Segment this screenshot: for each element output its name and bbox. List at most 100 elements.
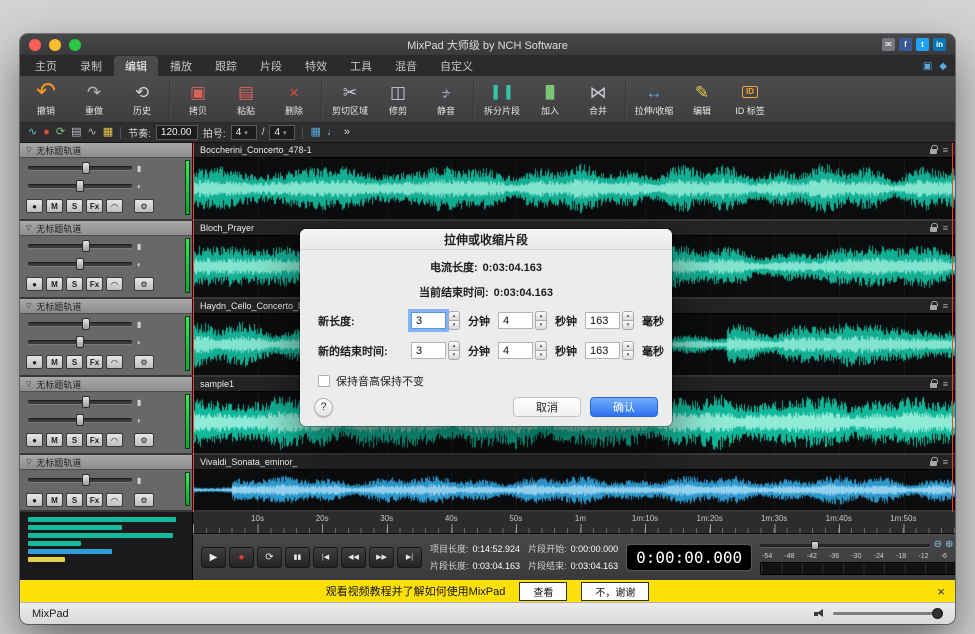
keep-pitch-checkbox[interactable] (318, 375, 330, 387)
solo-button[interactable]: S (66, 277, 83, 291)
silence-button[interactable]: ♪静音 (422, 76, 470, 122)
view-tutorial-button[interactable]: 查看 (519, 582, 567, 601)
headphones-button[interactable]: ◠ (106, 433, 123, 447)
new-end-ms-input[interactable] (585, 342, 620, 359)
record-button[interactable]: ● (229, 547, 254, 568)
pan-slider[interactable] (28, 418, 132, 422)
snap-grid-icon[interactable]: ▦ (103, 127, 113, 138)
lock-icon[interactable] (930, 227, 937, 232)
playhead-line[interactable] (193, 143, 194, 512)
mute-button[interactable]: M (46, 199, 63, 213)
fx-button[interactable]: Fx (86, 199, 103, 213)
pan-knob[interactable] (76, 336, 84, 348)
volume-knob[interactable] (82, 162, 90, 174)
id-tag-button[interactable]: IDID 标签 (726, 76, 774, 122)
zoom-slider-knob[interactable] (811, 541, 819, 550)
go-start-button[interactable]: |◀ (313, 547, 338, 568)
tab-3[interactable]: 编辑 (114, 56, 158, 76)
zoom-in-icon[interactable]: ⊕ (945, 540, 953, 550)
collapse-icon[interactable]: ▽ (26, 458, 31, 466)
tab-1[interactable]: 主页 (24, 56, 68, 76)
headphones-button[interactable]: ◠ (106, 493, 123, 507)
clip-menu-icon[interactable]: ≡ (943, 223, 948, 233)
pan-slider[interactable] (28, 184, 132, 188)
volume-slider[interactable] (28, 400, 132, 404)
solo-button[interactable]: S (66, 493, 83, 507)
volume-slider[interactable] (28, 322, 132, 326)
undo-button[interactable]: ↶撤销 (22, 76, 70, 122)
arm-button[interactable]: ● (26, 277, 43, 291)
metronome-icon[interactable]: ♩ (327, 127, 338, 138)
loop-button[interactable]: ⟳ (257, 547, 282, 568)
collapse-icon[interactable]: ▽ (26, 380, 31, 388)
stepper-down-icon[interactable]: ▾ (622, 320, 634, 330)
new-end-minutes-stepper[interactable]: ▴▾ (448, 341, 460, 360)
zoom-out-icon[interactable]: ⊖ (934, 540, 942, 550)
volume-slider[interactable] (28, 244, 132, 248)
tab-5[interactable]: 跟踪 (204, 56, 248, 76)
cut-region-button[interactable]: ✂剪切区域 (326, 76, 374, 122)
waveform-clip[interactable] (193, 158, 955, 219)
project-overview[interactable] (20, 512, 193, 580)
track-title-bar[interactable]: ▽无标题轨道 (20, 299, 192, 314)
collapse-icon[interactable]: ▽ (26, 302, 31, 310)
stepper-up-icon[interactable]: ▴ (535, 311, 547, 320)
stretch-button[interactable]: ↔拉伸/收缩 (630, 76, 678, 122)
tab-2[interactable]: 录制 (69, 56, 113, 76)
clip-menu-icon[interactable]: ≡ (943, 457, 948, 467)
volume-slider[interactable] (28, 478, 132, 482)
volume-knob[interactable] (82, 474, 90, 486)
stepper-up-icon[interactable]: ▴ (448, 341, 460, 350)
arm-button[interactable]: ● (26, 199, 43, 213)
stepper-up-icon[interactable]: ▴ (622, 341, 634, 350)
pan-knob[interactable] (76, 258, 84, 270)
track-settings-button[interactable]: ⚙ (134, 199, 154, 213)
new-end-seconds-input[interactable] (498, 342, 533, 359)
volume-knob[interactable] (82, 240, 90, 252)
join-button[interactable]: ▐▌加入 (526, 76, 574, 122)
grid-icon[interactable]: ▦ (310, 127, 320, 138)
solo-button[interactable]: S (66, 433, 83, 447)
record-mini-icon[interactable]: ● (43, 127, 50, 138)
arm-button[interactable]: ● (26, 433, 43, 447)
share-mail-icon[interactable]: ✉ (882, 38, 895, 51)
tab-10[interactable]: 自定义 (429, 56, 484, 76)
mute-button[interactable]: M (46, 355, 63, 369)
volume-knob[interactable] (82, 396, 90, 408)
mute-button[interactable]: M (46, 493, 63, 507)
clip-name-bar[interactable]: Boccherini_Concerto_478-1≡ (193, 143, 955, 158)
play-button[interactable]: ▶ (201, 547, 226, 568)
stepper-down-icon[interactable]: ▾ (535, 350, 547, 360)
track-title-bar[interactable]: ▽无标题轨道 (20, 143, 192, 158)
clip-name-bar[interactable]: Vivaldi_Sonata_eminor_≡ (193, 455, 955, 470)
monitor-icon[interactable]: ▤ (71, 127, 81, 138)
store-icon[interactable]: ▣ (923, 61, 932, 72)
history-button[interactable]: ⟲历史 (118, 76, 166, 122)
volume-knob[interactable] (932, 608, 943, 619)
arm-button[interactable]: ● (26, 493, 43, 507)
lock-icon[interactable] (930, 461, 937, 466)
mute-button[interactable]: M (46, 433, 63, 447)
fast-forward-button[interactable]: ▶▶ (369, 547, 394, 568)
help-button[interactable]: ? (314, 398, 333, 417)
paste-button[interactable]: ▤粘贴 (222, 76, 270, 122)
pause-button[interactable]: ▮▮ (285, 547, 310, 568)
delete-button[interactable]: ×删除 (270, 76, 318, 122)
lock-icon[interactable] (930, 305, 937, 310)
fx-button[interactable]: Fx (86, 277, 103, 291)
new-end-seconds-stepper[interactable]: ▴▾ (535, 341, 547, 360)
volume-slider[interactable] (28, 166, 132, 170)
track-settings-button[interactable]: ⚙ (134, 433, 154, 447)
help-icon[interactable]: ◆ (939, 61, 947, 72)
timesig-numerator[interactable]: 4 ▾ (231, 125, 257, 140)
scrub-icon[interactable]: ∿ (28, 127, 37, 138)
close-window-button[interactable] (29, 39, 41, 51)
twitter-icon[interactable]: t (916, 38, 929, 51)
track-title-bar[interactable]: ▽无标题轨道 (20, 377, 192, 392)
fx-button[interactable]: Fx (86, 355, 103, 369)
volume-slider[interactable] (833, 612, 943, 615)
lock-icon[interactable] (930, 383, 937, 388)
automation-icon[interactable]: ∿ (88, 127, 97, 138)
track-settings-button[interactable]: ⚙ (134, 493, 154, 507)
new-length-seconds-input[interactable] (498, 312, 533, 329)
